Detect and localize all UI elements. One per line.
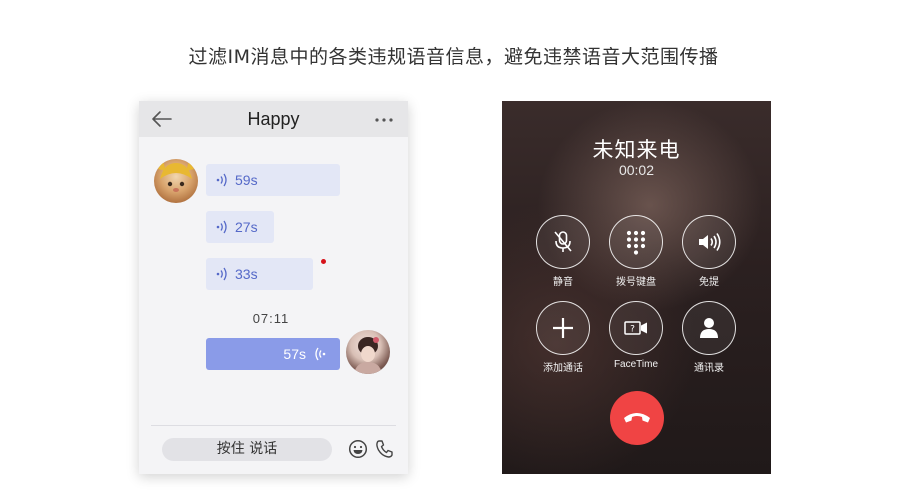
voice-wave-icon: [216, 220, 227, 234]
call-timer: 00:02: [618, 162, 655, 178]
voice-duration: 57s: [283, 346, 306, 362]
hang-up-icon: [624, 413, 650, 423]
caller-name: 未知来电: [592, 138, 681, 162]
keypad-icon: [626, 230, 646, 255]
svg-text:?: ?: [630, 325, 635, 335]
facetime-button[interactable]: ?: [609, 301, 663, 355]
contacts-button[interactable]: [682, 301, 736, 355]
phone-icon[interactable]: [375, 439, 394, 459]
voice-wave-icon: [315, 347, 326, 361]
chat-window: Happy 59s 27s 33s 07:11 57s 按住 说话: [139, 101, 408, 474]
speaker-button[interactable]: [682, 215, 736, 269]
voice-wave-icon: [216, 267, 227, 281]
end-call-button[interactable]: [610, 391, 664, 445]
unread-dot: [321, 259, 326, 264]
message-timestamp: 07:11: [252, 311, 290, 326]
chat-header: Happy: [139, 101, 408, 137]
voice-duration: 59s: [235, 172, 258, 188]
speaker-label: 免提: [699, 277, 719, 288]
headline: 过滤IM消息中的各类违规语音信息，避免违禁语音大范围传播: [188, 46, 719, 68]
voice-wave-icon: [216, 173, 227, 187]
user-avatar[interactable]: [346, 330, 390, 374]
voice-message[interactable]: 33s: [206, 258, 313, 290]
mute-button[interactable]: [536, 215, 590, 269]
voice-duration: 27s: [235, 219, 258, 235]
call-screen: 未知来电 00:02 静音 拨号键盘 免提 ? 添加通话 FaceTime 通讯…: [502, 101, 771, 474]
plus-icon: [553, 318, 573, 338]
voice-message[interactable]: 59s: [206, 164, 340, 196]
contact-avatar[interactable]: [154, 159, 198, 203]
add-call-button[interactable]: [536, 301, 590, 355]
voice-message-outgoing[interactable]: 57s: [206, 338, 340, 370]
emoji-icon[interactable]: [348, 439, 368, 459]
chat-title: Happy: [247, 109, 300, 129]
voice-message[interactable]: 27s: [206, 211, 274, 243]
hold-to-talk-button[interactable]: 按住 说话: [162, 438, 332, 461]
speaker-icon: [699, 233, 721, 251]
contacts-label: 通讯录: [694, 363, 724, 374]
voice-duration: 33s: [235, 266, 258, 282]
mic-off-icon: [554, 231, 572, 252]
input-divider: [151, 425, 396, 426]
contact-icon: [700, 318, 718, 338]
facetime-icon: ?: [624, 321, 647, 335]
keypad-button[interactable]: [609, 215, 663, 269]
more-icon[interactable]: [374, 117, 394, 123]
